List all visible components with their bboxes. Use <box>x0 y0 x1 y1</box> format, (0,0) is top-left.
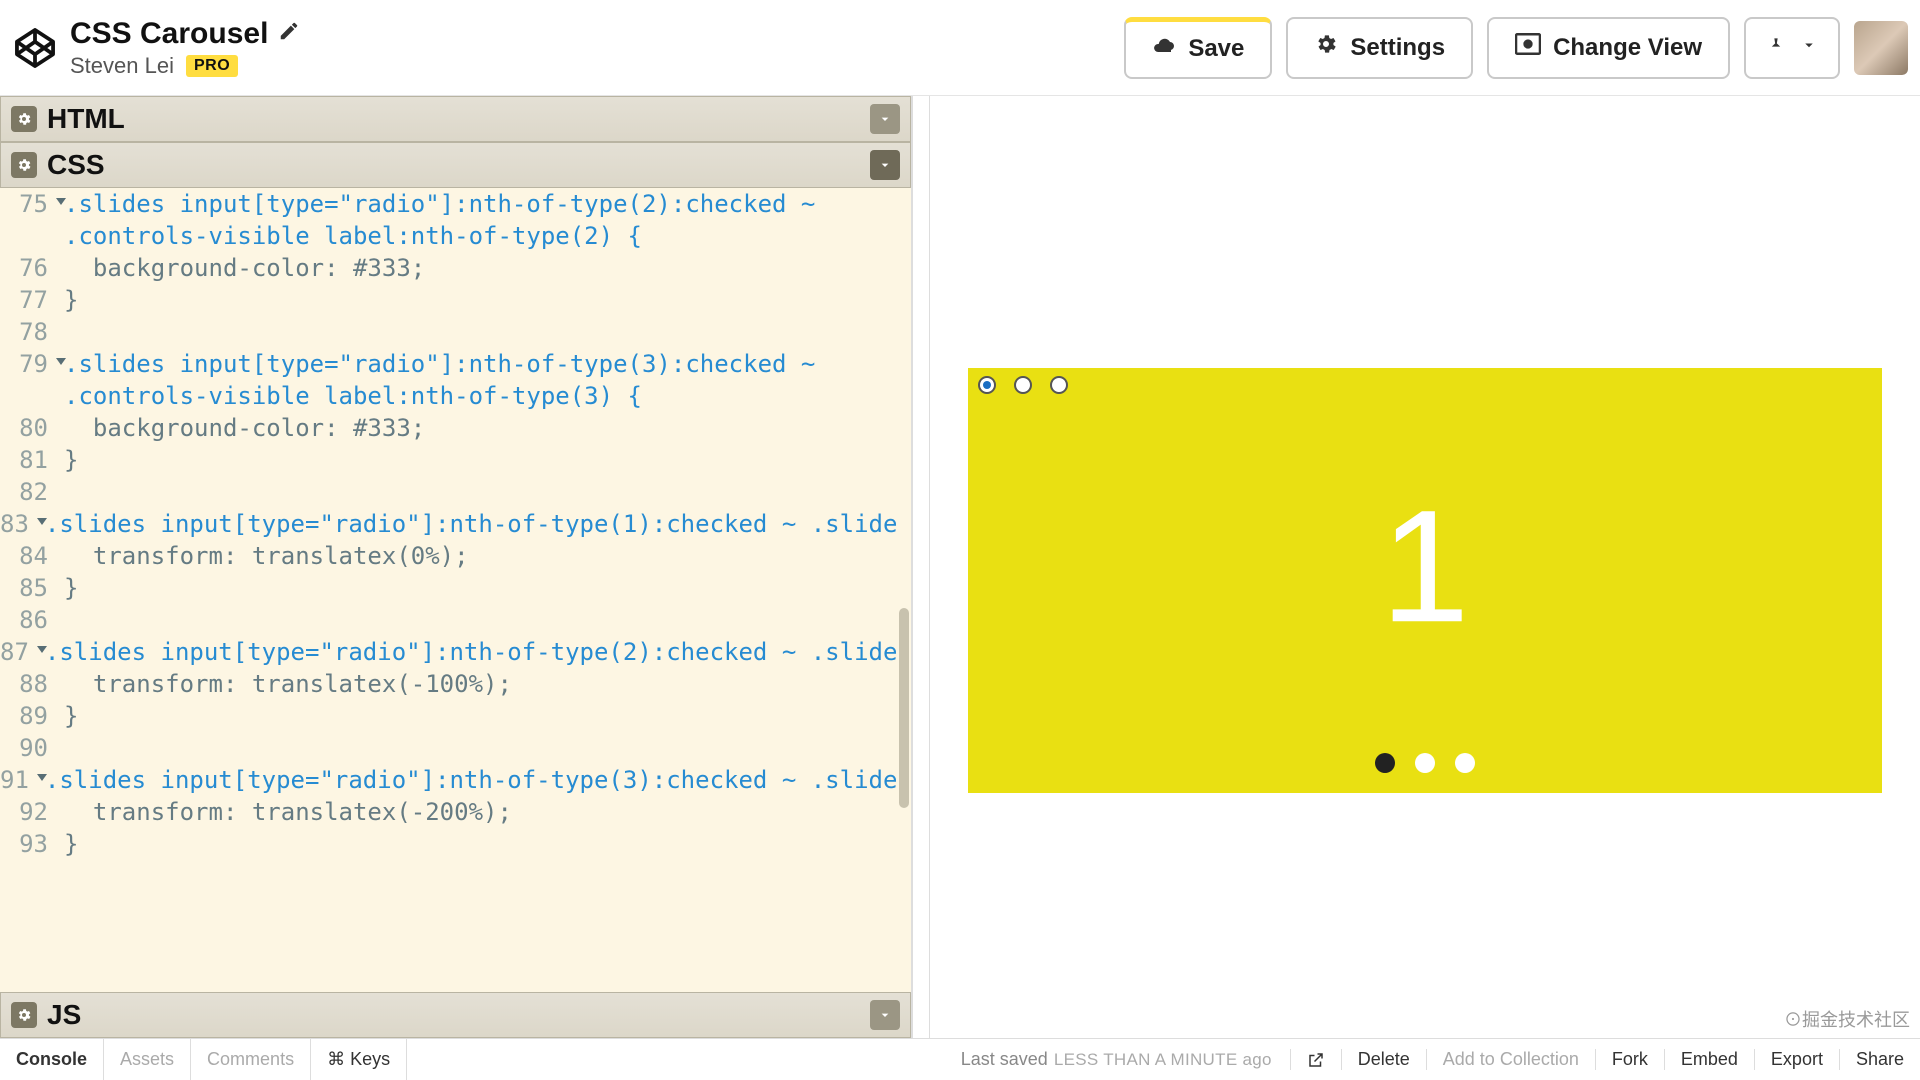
carousel-preview: 1 <box>968 368 1882 793</box>
html-panel-header[interactable]: HTML <box>0 96 911 142</box>
pin-dropdown[interactable] <box>1744 17 1840 79</box>
settings-button[interactable]: Settings <box>1286 17 1473 79</box>
pin-icon <box>1766 33 1786 62</box>
slide-number: 1 <box>1381 474 1470 658</box>
user-avatar[interactable] <box>1854 21 1908 75</box>
dot-controls <box>1375 753 1475 773</box>
dot-2[interactable] <box>1415 753 1435 773</box>
js-collapse-icon[interactable] <box>870 1000 900 1030</box>
workspace: HTML CSS 75.slides input[type="radio"]:n… <box>0 96 1920 1038</box>
css-editor[interactable]: 75.slides input[type="radio"]:nth-of-typ… <box>0 188 911 992</box>
footer-bar: Console Assets Comments ⌘ Keys Last save… <box>0 1038 1920 1080</box>
save-status: Last saved LESS THAN A MINUTE ago <box>943 1049 1290 1070</box>
footer-delete[interactable]: Delete <box>1341 1049 1426 1070</box>
css-panel: CSS 75.slides input[type="radio"]:nth-of… <box>0 142 911 992</box>
footer-assets[interactable]: Assets <box>104 1039 191 1080</box>
header-left: CSS Carousel Steven Lei PRO <box>12 17 300 79</box>
footer-export[interactable]: Export <box>1754 1049 1839 1070</box>
layout-icon <box>1515 33 1541 62</box>
js-panel-title: JS <box>47 999 81 1031</box>
footer-comments[interactable]: Comments <box>191 1039 311 1080</box>
footer-share-icon[interactable] <box>1290 1049 1341 1070</box>
footer-add-collection[interactable]: Add to Collection <box>1426 1049 1595 1070</box>
watermark-text: ⊙掘金技术社区 <box>1784 1006 1910 1032</box>
html-settings-icon[interactable] <box>11 106 37 132</box>
footer-share[interactable]: Share <box>1839 1049 1920 1070</box>
column-resize-handle[interactable] <box>912 96 930 1038</box>
editor-column: HTML CSS 75.slides input[type="radio"]:n… <box>0 96 912 1038</box>
app-header: CSS Carousel Steven Lei PRO Save Setting… <box>0 0 1920 96</box>
js-panel-header[interactable]: JS <box>0 992 911 1038</box>
pro-badge: PRO <box>186 55 238 77</box>
footer-fork[interactable]: Fork <box>1595 1049 1664 1070</box>
html-panel-title: HTML <box>47 103 125 135</box>
chevron-down-icon <box>1800 36 1818 59</box>
html-collapse-icon[interactable] <box>870 104 900 134</box>
radio-3[interactable] <box>1050 376 1068 394</box>
radio-1[interactable] <box>978 376 996 394</box>
title-block: CSS Carousel Steven Lei PRO <box>70 17 300 79</box>
editor-scrollbar[interactable] <box>899 608 909 808</box>
footer-console[interactable]: Console <box>0 1039 104 1080</box>
cloud-icon <box>1152 34 1176 65</box>
change-view-label: Change View <box>1553 34 1702 62</box>
edit-title-icon[interactable] <box>278 20 300 47</box>
preview-pane: 1 ⊙掘金技术社区 <box>930 96 1920 1038</box>
css-panel-header[interactable]: CSS <box>0 142 911 188</box>
codepen-logo-icon[interactable] <box>12 25 58 71</box>
gear-icon <box>1314 32 1338 63</box>
dot-1[interactable] <box>1375 753 1395 773</box>
css-collapse-icon[interactable] <box>870 150 900 180</box>
header-right: Save Settings Change View <box>1124 17 1908 79</box>
radio-2[interactable] <box>1014 376 1032 394</box>
js-settings-icon[interactable] <box>11 1002 37 1028</box>
dot-3[interactable] <box>1455 753 1475 773</box>
save-button[interactable]: Save <box>1124 17 1272 79</box>
footer-embed[interactable]: Embed <box>1664 1049 1754 1070</box>
settings-label: Settings <box>1350 34 1445 62</box>
footer-keys[interactable]: ⌘ Keys <box>311 1039 407 1080</box>
change-view-button[interactable]: Change View <box>1487 17 1730 79</box>
save-label: Save <box>1188 35 1244 63</box>
css-panel-title: CSS <box>47 149 105 181</box>
css-settings-icon[interactable] <box>11 152 37 178</box>
pen-author[interactable]: Steven Lei <box>70 53 174 79</box>
pen-title[interactable]: CSS Carousel <box>70 17 268 51</box>
radio-controls <box>978 376 1068 394</box>
